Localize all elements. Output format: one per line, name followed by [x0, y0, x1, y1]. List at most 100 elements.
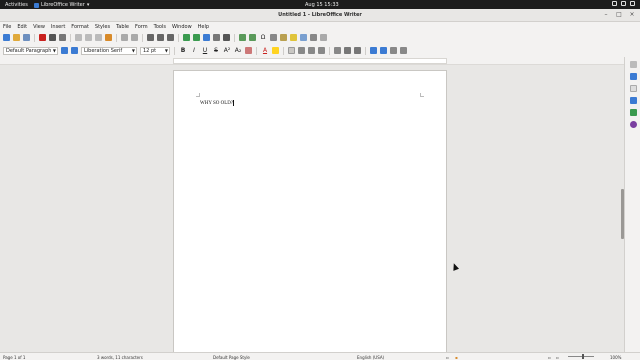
line-spacing-icon[interactable]	[334, 47, 341, 54]
document-text-line[interactable]: WHY SO OLD?	[200, 100, 235, 106]
copy-icon[interactable]	[85, 34, 92, 41]
document-workspace[interactable]: WHY SO OLD?	[0, 65, 624, 360]
align-right-icon[interactable]	[308, 47, 315, 54]
insert-chart-icon[interactable]	[203, 34, 210, 41]
sidebar-toggle-icon[interactable]	[400, 47, 407, 54]
print-preview-icon[interactable]	[59, 34, 66, 41]
paragraph-style-select[interactable]: Default Paragraph ▼	[3, 46, 58, 55]
menu-edit[interactable]: Edit	[17, 24, 27, 30]
menu-tools[interactable]: Tools	[154, 24, 166, 30]
separator	[116, 33, 117, 42]
insert-table-icon[interactable]	[183, 34, 190, 41]
italic-icon[interactable]: I	[190, 47, 198, 54]
justify-icon[interactable]	[318, 47, 325, 54]
font-name-select[interactable]: Liberation Serif ▼	[81, 46, 137, 55]
zoom-level[interactable]: 100%	[610, 355, 621, 360]
subscript-icon[interactable]: A₂	[234, 47, 242, 54]
menu-styles[interactable]: Styles	[95, 24, 110, 30]
gallery-icon[interactable]	[630, 109, 637, 116]
menu-file[interactable]: File	[3, 24, 11, 30]
page-style[interactable]: Default Page Style	[213, 355, 250, 360]
menu-view[interactable]: View	[33, 24, 45, 30]
menu-format[interactable]: Format	[71, 24, 89, 30]
clear-formatting-icon[interactable]	[245, 47, 252, 54]
insert-mode-icon[interactable]: ▫	[446, 355, 449, 360]
paragraph-format-icon[interactable]	[390, 47, 397, 54]
save-icon[interactable]	[23, 34, 30, 41]
menu-window[interactable]: Window	[172, 24, 192, 30]
spelling-icon[interactable]	[157, 34, 164, 41]
text-boundary-corner	[196, 93, 200, 97]
page-icon[interactable]	[630, 85, 637, 92]
insert-comment-icon[interactable]	[290, 34, 297, 41]
clock[interactable]: Aug 15 15:33	[305, 2, 339, 8]
export-pdf-icon[interactable]	[39, 34, 46, 41]
layout-multi-icon[interactable]: ▫	[556, 355, 559, 360]
formatting-marks-icon[interactable]	[167, 34, 174, 41]
maximize-icon[interactable]: □	[616, 12, 622, 18]
text-cursor	[233, 100, 235, 106]
align-center-icon[interactable]	[298, 47, 305, 54]
zoom-slider[interactable]	[568, 356, 594, 357]
cut-icon[interactable]	[75, 34, 82, 41]
special-character-icon[interactable]: Ω	[259, 34, 267, 41]
bold-icon[interactable]: B	[179, 47, 187, 54]
highlight-color-icon[interactable]	[272, 47, 279, 54]
hyperlink-icon[interactable]	[270, 34, 277, 41]
superscript-icon[interactable]: A²	[223, 47, 231, 54]
separator	[234, 33, 235, 42]
redo-icon[interactable]	[131, 34, 138, 41]
basic-shapes-icon[interactable]	[320, 34, 327, 41]
document-modified-icon[interactable]: ▪	[455, 355, 458, 360]
styles-icon[interactable]	[630, 97, 637, 104]
layout-single-icon[interactable]: ▫	[548, 355, 551, 360]
footnote-icon[interactable]	[280, 34, 287, 41]
separator	[174, 46, 175, 55]
language[interactable]: English (USA)	[357, 355, 384, 360]
strikethrough-icon[interactable]: S	[212, 47, 220, 54]
word-count[interactable]: 3 words, 11 characters	[97, 355, 143, 360]
paste-icon[interactable]	[95, 34, 102, 41]
app-menu[interactable]: LibreOffice Writer ▾	[34, 2, 89, 8]
insert-field-icon[interactable]	[249, 34, 256, 41]
sidebar-menu-icon[interactable]	[630, 61, 637, 68]
align-left-icon[interactable]	[288, 47, 295, 54]
underline-icon[interactable]: U	[201, 47, 209, 54]
insert-image-icon[interactable]	[193, 34, 200, 41]
insert-line-icon[interactable]	[310, 34, 317, 41]
new-document-icon[interactable]	[3, 34, 10, 41]
font-color-icon[interactable]: A	[261, 47, 269, 54]
properties-icon[interactable]	[630, 73, 637, 80]
insert-textbox-icon[interactable]	[213, 34, 220, 41]
document-page[interactable]: WHY SO OLD?	[173, 70, 447, 360]
increase-indent-icon[interactable]	[370, 47, 377, 54]
bullets-icon[interactable]	[344, 47, 351, 54]
minimize-icon[interactable]: –	[603, 12, 609, 18]
numbering-icon[interactable]	[354, 47, 361, 54]
clone-formatting-icon[interactable]	[105, 34, 112, 41]
activities-button[interactable]: Activities	[5, 2, 28, 8]
menu-form[interactable]: Form	[135, 24, 148, 30]
font-size-select[interactable]: 12 pt ▼	[140, 46, 170, 55]
zoom-slider-handle[interactable]	[582, 354, 584, 359]
horizontal-ruler[interactable]	[0, 57, 624, 65]
insert-fontwork-icon[interactable]	[223, 34, 230, 41]
undo-icon[interactable]	[121, 34, 128, 41]
menu-insert[interactable]: Insert	[51, 24, 65, 30]
status-bar: Page 1 of 1 3 words, 11 characters Defau…	[0, 352, 640, 360]
close-icon[interactable]: ×	[629, 12, 635, 18]
find-replace-icon[interactable]	[147, 34, 154, 41]
track-changes-icon[interactable]	[300, 34, 307, 41]
open-folder-icon[interactable]	[13, 34, 20, 41]
insert-page-break-icon[interactable]	[239, 34, 246, 41]
menu-table[interactable]: Table	[116, 24, 129, 30]
decrease-indent-icon[interactable]	[380, 47, 387, 54]
update-style-icon[interactable]	[61, 47, 68, 54]
print-icon[interactable]	[49, 34, 56, 41]
menu-help[interactable]: Help	[198, 24, 209, 30]
new-style-icon[interactable]	[71, 47, 78, 54]
separator	[70, 33, 71, 42]
system-tray[interactable]	[612, 1, 635, 6]
navigator-icon[interactable]	[630, 121, 637, 128]
page-count[interactable]: Page 1 of 1	[3, 355, 25, 360]
